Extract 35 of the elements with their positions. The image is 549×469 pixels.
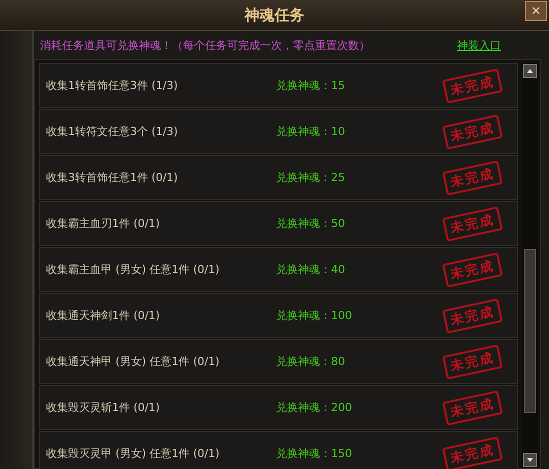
task-name: 收集通天神剑1件 (0/1)	[46, 308, 161, 323]
status-stamp: 未完成	[442, 206, 503, 242]
reward-text: 兑换神魂：80	[276, 354, 346, 369]
status-stamp: 未完成	[442, 436, 503, 469]
status-stamp: 未完成	[442, 344, 503, 380]
scroll-up-icon[interactable]	[523, 64, 537, 78]
task-name: 收集1转首饰任意3件 (1/3)	[46, 78, 179, 93]
scroll-thumb[interactable]	[524, 249, 536, 413]
status-stamp: 未完成	[442, 390, 503, 426]
status-stamp: 未完成	[442, 114, 503, 150]
task-name: 收集毁灭灵甲 (男女) 任意1件 (0/1)	[46, 446, 220, 461]
reward-text: 兑换神魂：200	[276, 400, 353, 415]
close-button[interactable]: ✕	[525, 1, 547, 21]
task-name: 收集毁灭灵斩1件 (0/1)	[46, 400, 161, 415]
equipment-link[interactable]: 神装入口	[457, 38, 501, 52]
reward-text: 兑换神魂：15	[276, 78, 346, 93]
scroll-down-icon[interactable]	[523, 453, 537, 467]
reward-text: 兑换神魂：100	[276, 308, 353, 323]
task-name: 收集通天神甲 (男女) 任意1件 (0/1)	[46, 354, 220, 369]
task-name: 收集3转首饰任意1件 (0/1)	[46, 170, 179, 185]
status-stamp: 未完成	[442, 298, 503, 334]
reward-text: 兑换神魂：150	[276, 446, 353, 461]
window-title: 神魂任务	[244, 6, 304, 24]
task-name: 收集霸主血刃1件 (0/1)	[46, 216, 161, 231]
task-name: 收集霸主血甲 (男女) 任意1件 (0/1)	[46, 262, 220, 277]
scrollbar[interactable]	[522, 63, 538, 468]
task-name: 收集1转符文任意3个 (1/3)	[46, 124, 179, 139]
reward-text: 兑换神魂：40	[276, 262, 346, 277]
status-stamp: 未完成	[442, 68, 503, 104]
status-stamp: 未完成	[442, 160, 503, 196]
reward-text: 兑换神魂：50	[276, 216, 346, 231]
status-stamp: 未完成	[442, 252, 503, 288]
reward-text: 兑换神魂：25	[276, 170, 346, 185]
notice-text: 消耗任务道具可兑换神魂！（每个任务可完成一次，零点重置次数）	[40, 38, 370, 52]
reward-text: 兑换神魂：10	[276, 124, 346, 139]
